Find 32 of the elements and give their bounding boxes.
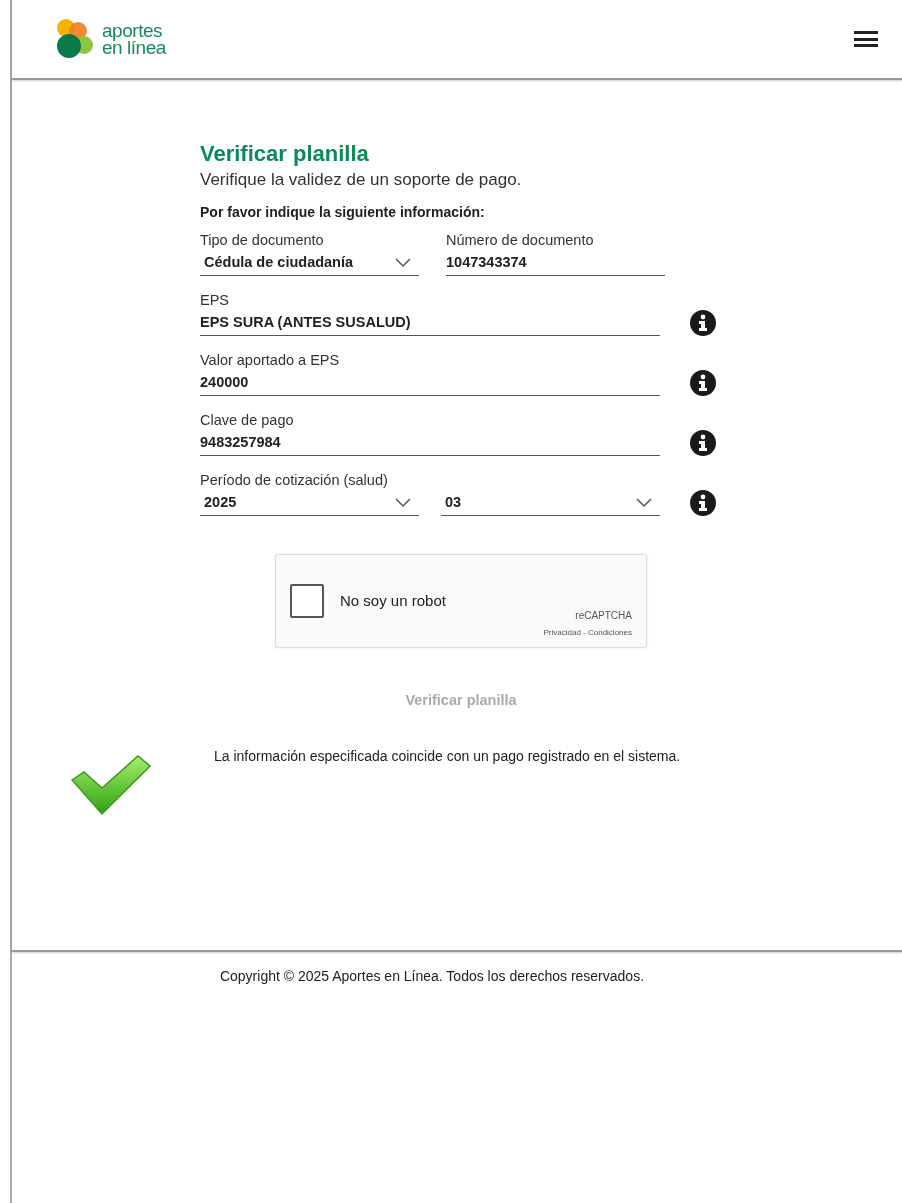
select-field[interactable]: Cédula de ciudadanía — [200, 250, 419, 276]
captcha-links[interactable]: Privacidad - Condiciones — [543, 627, 632, 639]
info-icon[interactable] — [690, 490, 716, 516]
input-field[interactable]: 1047343374 — [446, 250, 665, 276]
field-label: EPS — [200, 291, 230, 310]
logo-text: aportes — [102, 22, 164, 39]
chevron-down-icon — [395, 257, 411, 268]
menu-icon[interactable] — [854, 29, 878, 49]
copyright-text: Copyright © 2025 Aportes en Línea. Todos los derechos reservados. — [219, 967, 645, 986]
info-icon[interactable] — [690, 370, 716, 396]
select-field[interactable]: 03 — [441, 490, 660, 516]
checkmark-icon — [70, 753, 152, 816]
captcha-brand: reCAPTCHA — [575, 609, 632, 623]
input-field[interactable]: 240000 — [200, 370, 660, 396]
info-icon[interactable] — [690, 430, 716, 456]
page-subtitle: Verifique la validez de un soporte de pago. — [200, 169, 523, 191]
input-field[interactable]: EPS SURA (ANTES SUSALUD) — [200, 310, 660, 336]
field-label: Período de cotización (salud) — [200, 471, 389, 490]
captcha-label: No soy un robot — [340, 590, 446, 611]
field-label: Tipo de documento — [200, 231, 325, 250]
input-field[interactable]: 9483257984 — [200, 430, 660, 456]
page-title: Verificar planilla — [200, 140, 370, 168]
field-label: Clave de pago — [200, 411, 295, 430]
captcha-checkbox[interactable] — [290, 584, 324, 618]
chevron-down-icon — [636, 497, 652, 508]
chevron-down-icon — [395, 497, 411, 508]
info-icon[interactable] — [690, 310, 716, 336]
instruction-text: Por favor indique la siguiente información: — [200, 203, 486, 222]
result-message: La información especificada coincide con un pago registrado en el sistema. — [214, 746, 681, 766]
field-label: Valor aportado a EPS — [200, 351, 341, 370]
select-field[interactable]: 2025 — [200, 490, 419, 516]
field-label: Número de documento — [446, 231, 595, 250]
